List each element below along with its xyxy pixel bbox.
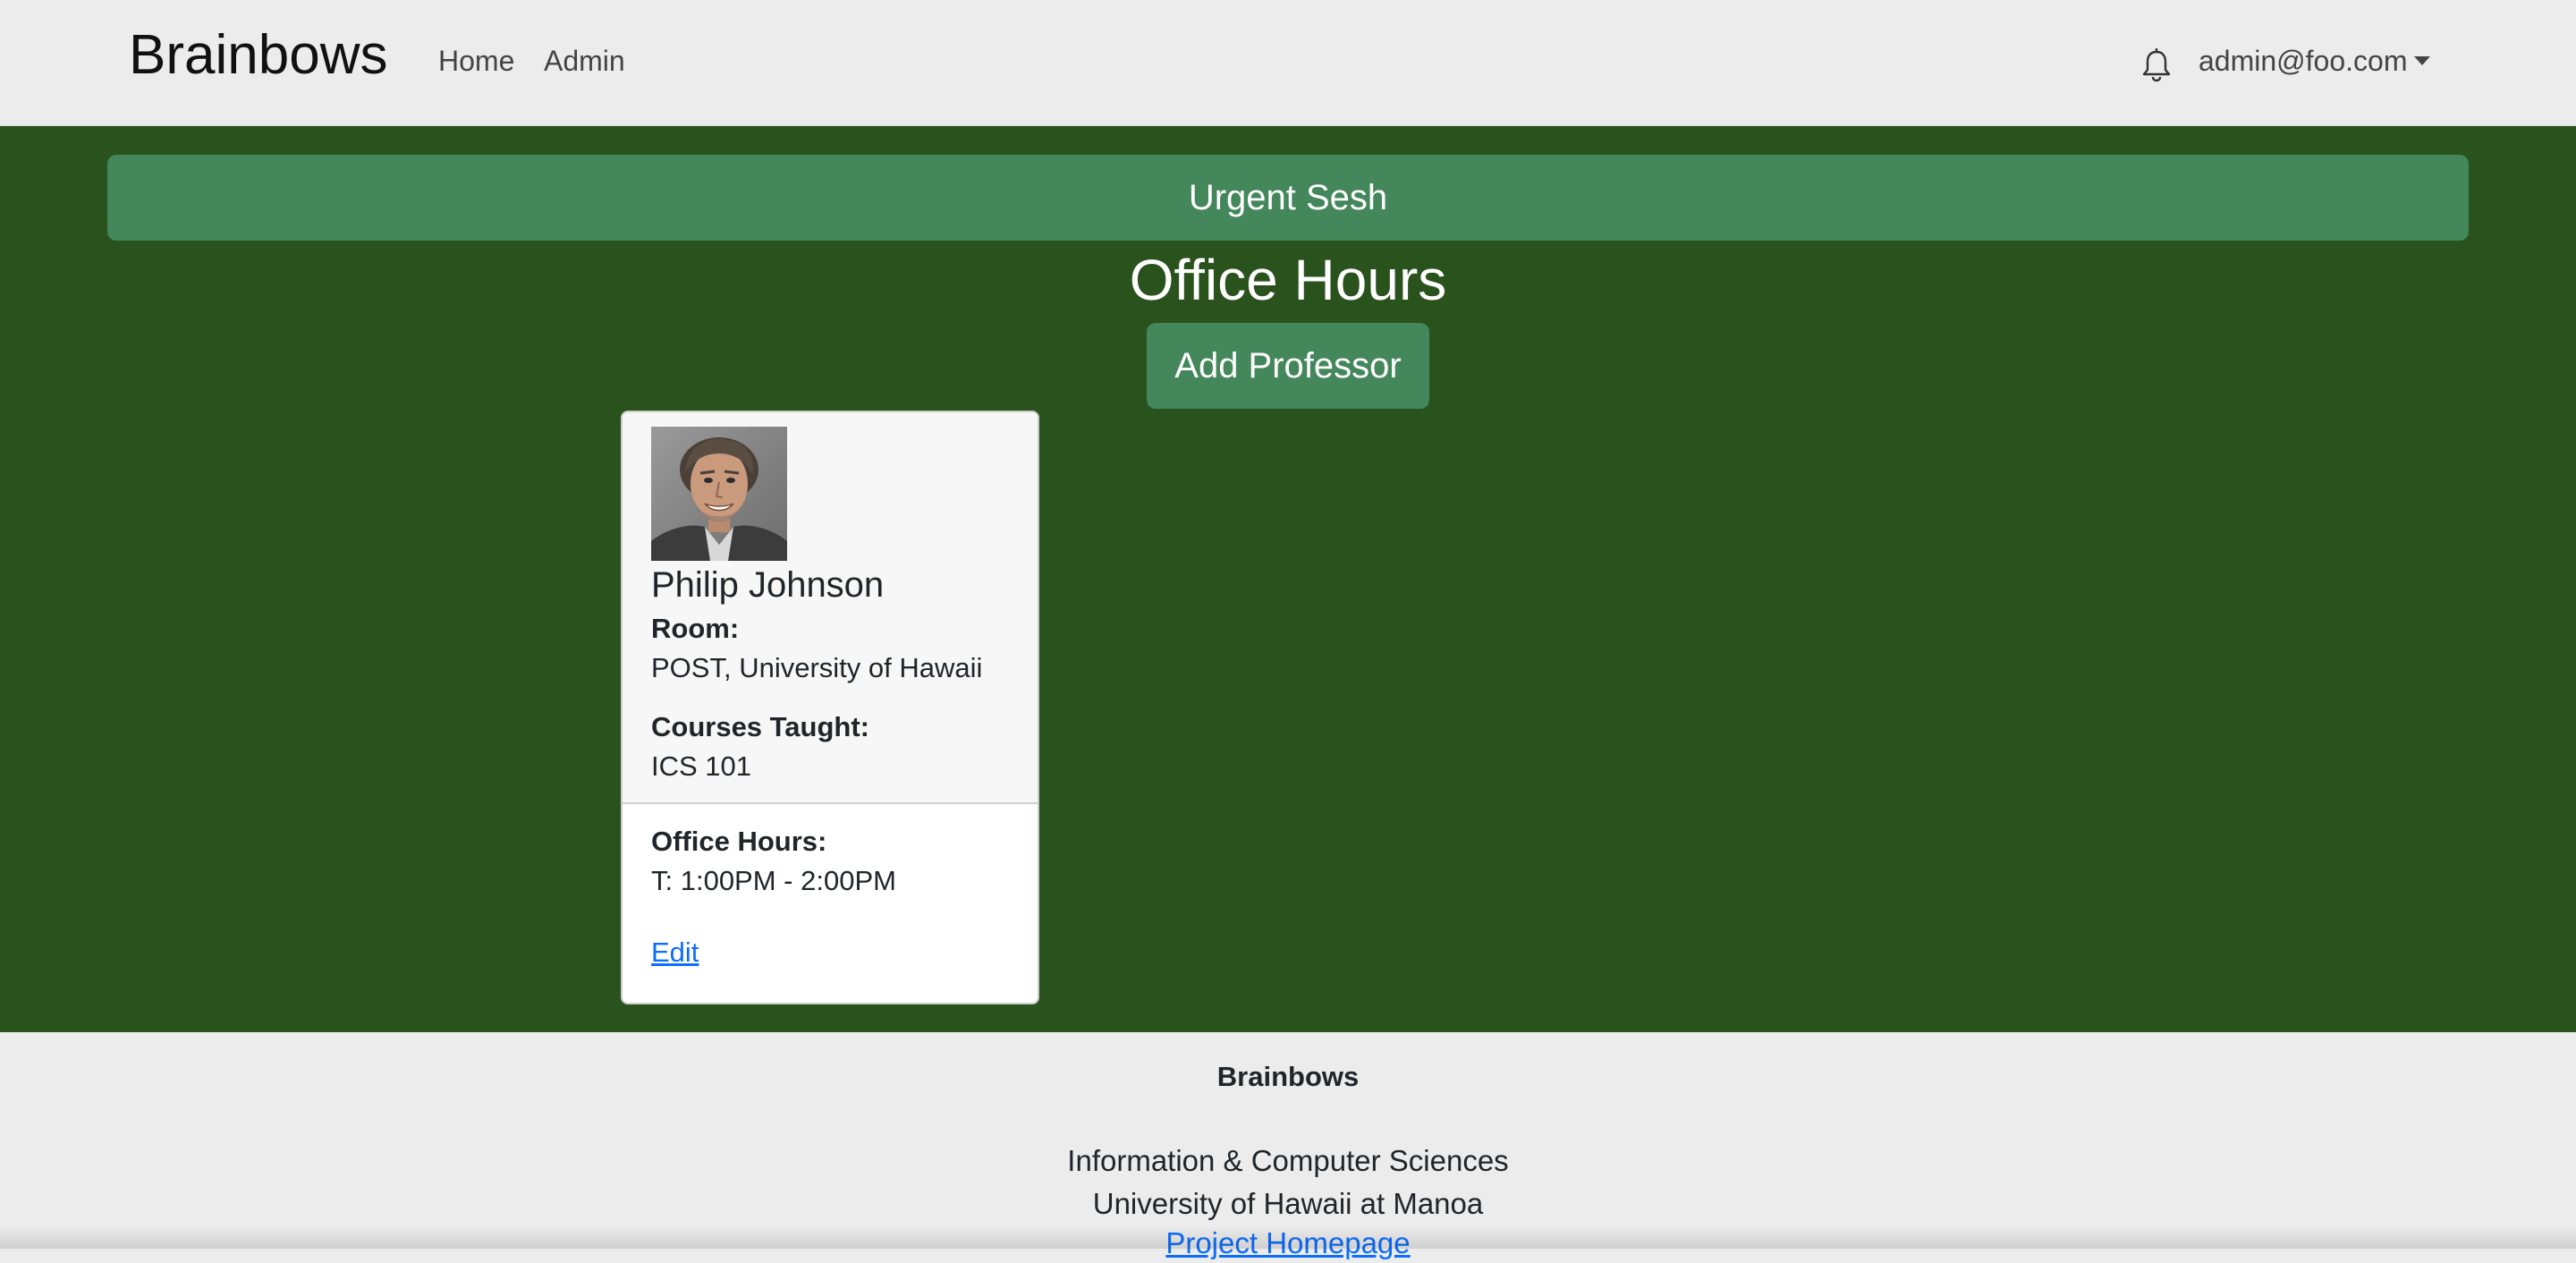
- navbar: Brainbows Home Admin admin@foo.com: [0, 0, 2576, 126]
- footer-university: University of Hawaii at Manoa: [1092, 1187, 1484, 1220]
- nav-admin-link[interactable]: Admin: [544, 43, 625, 79]
- bell-icon[interactable]: [2141, 47, 2172, 82]
- room-value: POST, University of Hawaii: [651, 652, 983, 683]
- main-content: Urgent Sesh Office Hours Add Professor P…: [0, 126, 2576, 1032]
- office-hours-label: Office Hours:: [651, 826, 827, 857]
- card-header: Philip Johnson Room: POST, University of…: [623, 412, 1038, 804]
- footer-brand: Brainbows: [1216, 1061, 1360, 1092]
- footer: Brainbows Information & Computer Science…: [0, 1032, 2576, 1259]
- user-email: admin@foo.com: [2199, 45, 2408, 77]
- add-professor-button[interactable]: Add Professor: [1147, 323, 1429, 409]
- room-label: Room:: [651, 613, 740, 644]
- brand-link[interactable]: Brainbows: [129, 21, 387, 89]
- professor-card: Philip Johnson Room: POST, University of…: [621, 411, 1039, 1004]
- office-hours-value: T: 1:00PM - 2:00PM: [651, 865, 896, 896]
- courses-label: Courses Taught:: [651, 711, 869, 742]
- urgent-sesh-button[interactable]: Urgent Sesh: [107, 155, 2469, 241]
- bottom-shade: [0, 1225, 2576, 1249]
- user-dropdown[interactable]: admin@foo.com: [2199, 43, 2431, 79]
- caret-down-icon: [2414, 56, 2431, 65]
- nav-home-link[interactable]: Home: [438, 43, 514, 79]
- footer-department: Information & Computer Sciences: [1067, 1144, 1509, 1177]
- professor-name: Philip Johnson: [651, 565, 885, 605]
- courses-value: ICS 101: [651, 750, 752, 782]
- page-title: Office Hours: [1129, 248, 1447, 312]
- professor-photo: [651, 427, 787, 561]
- edit-link[interactable]: Edit: [651, 935, 699, 971]
